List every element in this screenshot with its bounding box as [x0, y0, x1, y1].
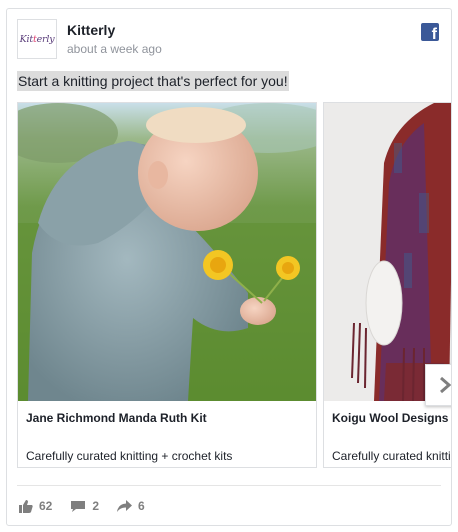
facebook-icon: f	[421, 23, 439, 41]
carousel-item[interactable]: Koigu Wool Designs Carefully curated kni…	[323, 102, 451, 468]
carousel-item-description: Carefully curated knitting + crochet kit…	[332, 449, 451, 463]
like-action[interactable]: 62	[19, 499, 52, 513]
carousel: Jane Richmond Manda Ruth Kit Carefully c…	[17, 102, 451, 468]
divider	[17, 485, 441, 486]
page-avatar[interactable]: Kitterly	[17, 19, 57, 59]
post-timestamp[interactable]: about a week ago	[67, 42, 162, 56]
share-icon	[117, 499, 133, 512]
post-text: Start a knitting project that's perfect …	[17, 71, 289, 91]
carousel-item-title[interactable]: Jane Richmond Manda Ruth Kit	[26, 411, 207, 425]
share-action[interactable]: 6	[117, 499, 145, 513]
carousel-next-button[interactable]	[425, 364, 451, 406]
kitterly-logo: Kitterly	[19, 33, 55, 45]
carousel-item-description: Carefully curated knitting + crochet kit…	[26, 449, 233, 463]
comment-action[interactable]: 2	[70, 499, 99, 513]
comment-icon	[71, 500, 86, 512]
like-count: 62	[39, 499, 53, 513]
ad-post-card: Kitterly Kitterly about a week ago f Sta…	[6, 8, 452, 526]
carousel-image-baby	[18, 103, 316, 401]
carousel-image-shawl	[324, 103, 451, 401]
carousel-item[interactable]: Jane Richmond Manda Ruth Kit Carefully c…	[17, 102, 317, 468]
thumbs-up-icon	[19, 499, 33, 513]
page-name[interactable]: Kitterly	[67, 22, 115, 38]
carousel-item-title[interactable]: Koigu Wool Designs	[332, 411, 448, 425]
reaction-bar: 62 2 6	[19, 497, 163, 515]
comment-count: 2	[92, 499, 100, 513]
post-header: Kitterly Kitterly about a week ago f	[17, 19, 443, 59]
chevron-right-icon	[439, 376, 451, 394]
share-count: 6	[138, 499, 145, 513]
